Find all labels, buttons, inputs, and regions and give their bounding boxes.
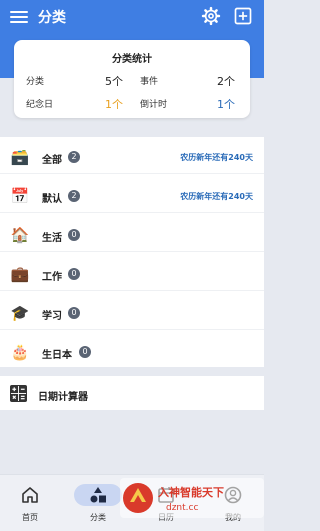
home-icon [22,487,38,503]
category-count-label: 分类 [26,77,45,87]
calculator-icon [10,385,27,402]
nav-home[interactable]: 首页 [5,481,55,525]
next-event-info: 农历新年还有240天 [180,153,253,162]
category-item-study[interactable]: 🎓 学习 0 [0,295,264,330]
date-calculator-item[interactable]: 日期计算器 [0,376,264,410]
date-calculator-label: 日期计算器 [38,392,88,403]
page-title: 分类 [38,10,66,26]
calendar-icon: 📅 [10,187,30,205]
gear-icon[interactable] [201,6,221,26]
category-item-default[interactable]: 📅 默认 2 农历新年还有240天 [0,178,264,213]
category-item-birthday[interactable]: 🎂 生日本 0 [0,334,264,369]
menu-icon[interactable] [10,9,28,25]
countdown-count-label: 倒计时 [140,100,168,110]
stats-card: 分类统计 分类 5个 事件 2个 纪念日 1个 倒计时 1个 [14,40,250,118]
count-badge: 2 [68,151,80,163]
category-name: 学习 [42,311,62,322]
watermark-line2: dznt.cc [166,503,198,513]
anniversary-count-value: 1个 [105,98,123,111]
category-name: 全部 [42,155,62,166]
nav-home-label: 首页 [22,513,38,522]
count-badge: 0 [68,307,80,319]
category-item-work[interactable]: 💼 工作 0 [0,256,264,291]
category-item-life[interactable]: 🏠 生活 0 [0,217,264,252]
anniversary-count-label: 纪念日 [26,100,54,110]
birthday-cake-icon: 🎂 [10,343,30,361]
category-shapes-icon [90,487,106,503]
event-count-label: 事件 [140,77,159,87]
stats-title: 分类统计 [112,54,152,65]
house-icon: 🏠 [10,226,30,244]
nav-category-label: 分类 [90,513,106,522]
next-event-info: 农历新年还有240天 [180,192,253,201]
money-box-icon: 🗃️ [10,148,30,166]
category-item-all[interactable]: 🗃️ 全部 2 农历新年还有240天 [0,139,264,174]
category-name: 生日本 [42,350,72,361]
event-count-value: 2个 [217,75,235,88]
category-count-value: 5个 [105,75,123,88]
count-badge: 0 [68,268,80,280]
category-name: 工作 [42,272,62,283]
count-badge: 0 [79,346,91,358]
category-list: 🗃️ 全部 2 农历新年还有240天 📅 默认 2 农历新年还有240天 🏠 生… [0,137,264,367]
nav-category[interactable]: 分类 [73,481,123,525]
countdown-count-value: 1个 [217,98,235,111]
add-icon[interactable] [233,6,253,26]
category-name: 默认 [42,194,62,205]
graduation-cap-icon: 🎓 [10,304,30,322]
count-badge: 0 [68,229,80,241]
watermark-logo: 入神智能天下 dznt.cc [120,478,264,518]
watermark-line1: 入神智能天下 [158,485,224,499]
briefcase-icon: 💼 [10,265,30,283]
category-name: 生活 [42,233,62,244]
count-badge: 2 [68,190,80,202]
